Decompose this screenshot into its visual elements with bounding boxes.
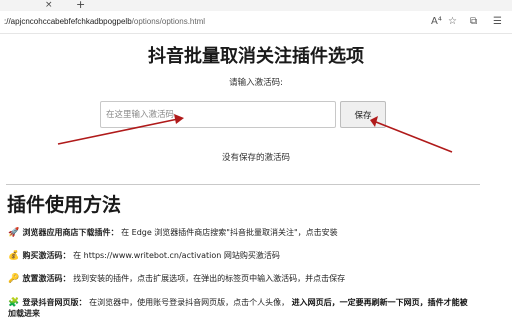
annotation-arrows [57,114,453,153]
left-arrow-icon [57,114,184,145]
right-arrow-icon [370,116,453,153]
